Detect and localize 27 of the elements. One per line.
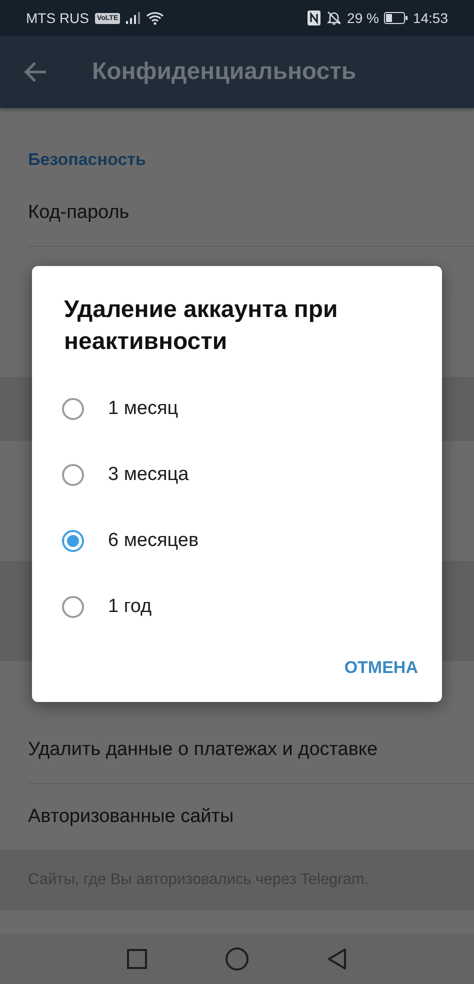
radio-button[interactable]	[62, 596, 84, 618]
clock-time: 14:53	[412, 10, 448, 26]
battery-percent: 29 %	[347, 10, 379, 26]
battery-icon	[384, 12, 408, 24]
radio-button[interactable]	[62, 464, 84, 486]
carrier-name: MTS RUS	[26, 10, 89, 26]
section-title: Безопасность	[28, 150, 146, 169]
dialog-title: Удаление аккаунта при неактивности	[64, 296, 338, 355]
radio-button[interactable]	[62, 398, 84, 420]
bell-off-icon	[326, 10, 342, 26]
square-nav-icon[interactable]	[127, 949, 147, 969]
settings-item[interactable]: Код-пароль	[28, 202, 130, 224]
option-label[interactable]: 3 месяца	[108, 464, 189, 486]
settings-item[interactable]: Авторизованные сайты	[28, 806, 234, 828]
wifi-icon	[146, 11, 164, 25]
settings-item[interactable]: Удалить данные о платежах и доставке	[28, 739, 378, 761]
option-label[interactable]: 1 год	[108, 596, 152, 618]
option-label[interactable]: 6 месяцев	[108, 530, 199, 552]
back-arrow-icon[interactable]	[24, 61, 48, 83]
radio-button[interactable]	[62, 530, 84, 552]
cancel-button[interactable]: ОТМЕНА	[342, 652, 420, 684]
nfc-icon	[307, 10, 322, 26]
signal-icon	[126, 12, 140, 24]
home-nav-icon[interactable]	[225, 947, 249, 971]
back-nav-icon[interactable]	[327, 948, 347, 970]
screen-title: Конфиденциальность	[92, 58, 356, 86]
option-label[interactable]: 1 месяц	[108, 398, 178, 420]
